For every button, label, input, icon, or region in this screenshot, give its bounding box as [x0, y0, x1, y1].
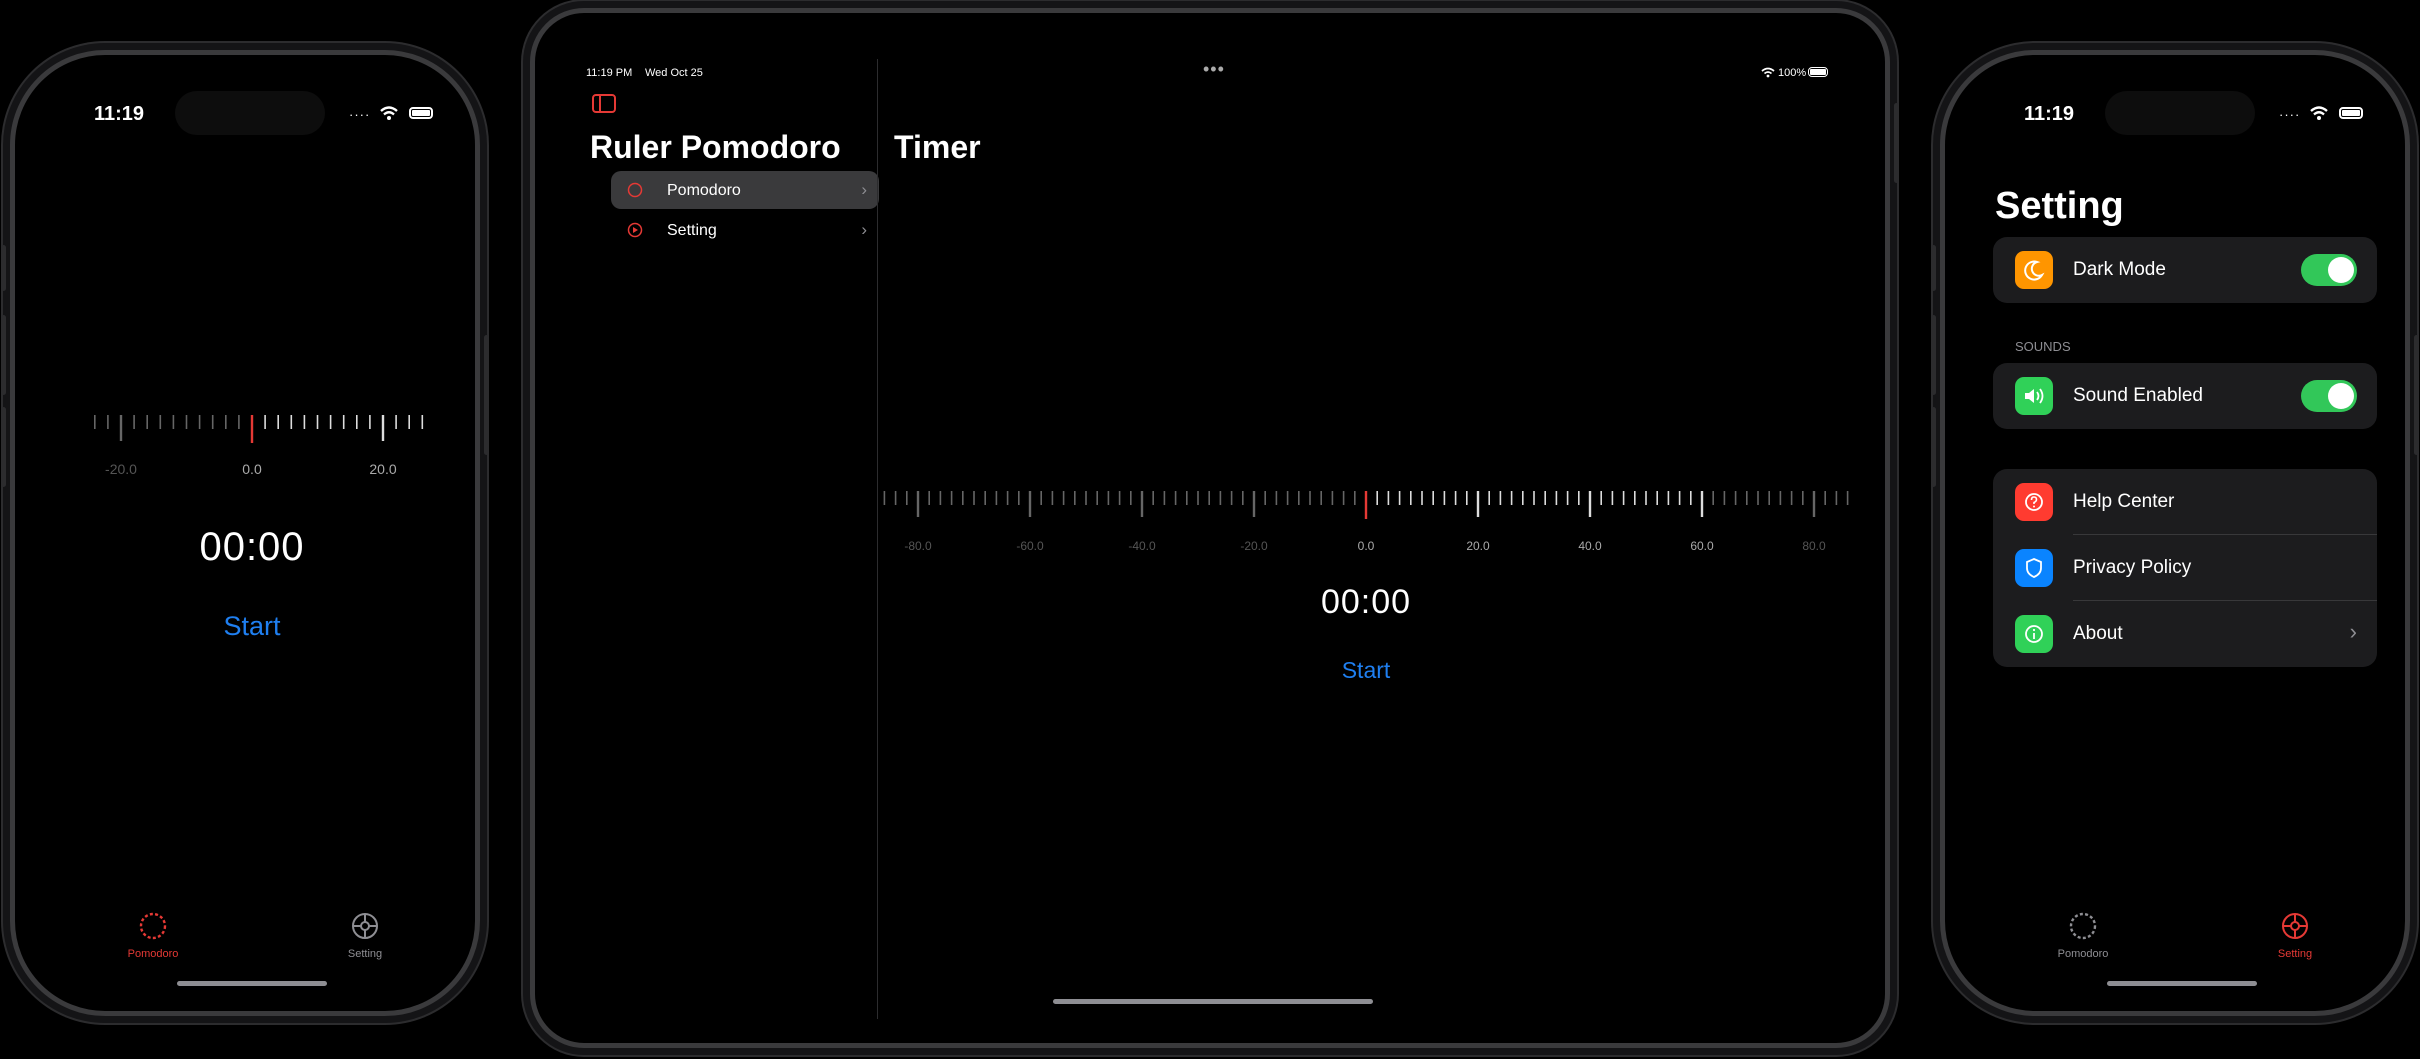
ruler-label: 20.0 — [369, 461, 397, 477]
chevron-right-icon: › — [861, 220, 867, 239]
ruler[interactable] — [875, 489, 1855, 529]
privacy-policy-row[interactable]: Privacy Policy — [1993, 535, 2377, 601]
wifi-icon — [380, 106, 398, 120]
split-divider[interactable] — [877, 59, 878, 1019]
start-button[interactable]: Start — [1342, 657, 1391, 684]
left-phone: 11:19 ···· -20.0 0.0 20.0 00:00 Start Po… — [1, 50, 489, 1016]
ruler-label: 0.0 — [1357, 539, 1375, 553]
tab-label: Setting — [347, 948, 383, 960]
about-row[interactable]: About › — [1993, 601, 2377, 667]
home-indicator[interactable] — [2107, 981, 2257, 986]
wifi-icon — [1761, 67, 1775, 78]
sound-enabled-row: Sound Enabled — [1993, 363, 2377, 429]
tab-label: Setting — [2277, 948, 2313, 960]
pomodoro-icon — [2069, 912, 2097, 940]
sidebar-item-label: Setting — [667, 222, 717, 239]
ruler-label: 20.0 — [1466, 539, 1490, 553]
status-time: 11:19 — [2024, 103, 2075, 125]
tablet: 11:19 PM Wed Oct 25 ••• 100% Ruler Pomod… — [530, 8, 1899, 1048]
pomodoro-icon — [139, 912, 167, 940]
tab-setting[interactable]: Setting — [2235, 911, 2355, 960]
timer-display: 00:00 — [199, 525, 305, 569]
right-phone-screen: 11:19 ···· Setting Dark Mode SOUNDS Soun… — [1953, 63, 2397, 1003]
chevron-right-icon: › — [861, 180, 867, 199]
timer-display: 00:00 — [1320, 583, 1412, 621]
question-icon — [2015, 483, 2053, 521]
dark-mode-toggle[interactable] — [2301, 254, 2357, 286]
right-phone: 11:19 ···· Setting Dark Mode SOUNDS Soun… — [1931, 50, 2419, 1016]
signal-icon: ···· — [2279, 107, 2301, 122]
setting-icon — [2282, 913, 2308, 939]
row-label: About — [2073, 623, 2123, 644]
ruler-label: -80.0 — [904, 539, 932, 553]
pomodoro-icon — [627, 182, 643, 198]
ruler-ticks — [94, 415, 424, 443]
sidebar-item-setting[interactable]: Setting › — [611, 211, 879, 249]
appearance-card: Dark Mode — [1993, 237, 2377, 303]
ruler[interactable] — [85, 413, 425, 453]
sounds-card: Sound Enabled — [1993, 363, 2377, 429]
ruler-label: -60.0 — [1016, 539, 1044, 553]
start-button[interactable]: Start — [223, 611, 280, 642]
tab-pomodoro[interactable]: Pomodoro — [2023, 911, 2143, 960]
multitask-dots[interactable]: ••• — [1203, 59, 1225, 80]
dynamic-island — [2105, 91, 2255, 135]
sidebar-item-label: Pomodoro — [667, 182, 741, 199]
info-icon — [2015, 615, 2053, 653]
ruler-label: 40.0 — [1578, 539, 1602, 553]
sidebar-item-pomodoro[interactable]: Pomodoro › — [611, 171, 879, 209]
setting-icon — [352, 913, 378, 939]
left-phone-screen: 11:19 ···· -20.0 0.0 20.0 00:00 Start Po… — [23, 63, 467, 1003]
sidebar-title: Ruler Pomodoro — [590, 129, 841, 165]
detail-title: Timer — [894, 129, 981, 165]
dynamic-island — [175, 91, 325, 135]
status-time: 11:19 — [94, 103, 145, 125]
chevron-right-icon: › — [2349, 619, 2357, 644]
wifi-icon — [2310, 106, 2328, 120]
page-title: Setting — [1995, 185, 2124, 227]
ruler-label: -40.0 — [1128, 539, 1156, 553]
status-date: Wed Oct 25 — [645, 67, 703, 79]
ruler-label: 80.0 — [1802, 539, 1826, 553]
row-label: Help Center — [2073, 491, 2175, 512]
row-label: Dark Mode — [2073, 259, 2166, 280]
ruler-label: 60.0 — [1690, 539, 1714, 553]
home-indicator[interactable] — [177, 981, 327, 986]
tab-label: Pomodoro — [127, 948, 179, 960]
battery-icon — [409, 107, 433, 119]
row-label: Privacy Policy — [2073, 557, 2192, 578]
shield-icon — [2015, 549, 2053, 587]
help-center-row[interactable]: Help Center — [1993, 469, 2377, 535]
ruler-ticks — [883, 491, 1849, 519]
home-indicator[interactable] — [1053, 999, 1373, 1004]
ruler-label: -20.0 — [105, 461, 137, 477]
section-header: SOUNDS — [2015, 339, 2071, 354]
row-label: Sound Enabled — [2073, 385, 2203, 406]
ruler-label: 0.0 — [242, 461, 262, 477]
moon-icon — [2015, 251, 2053, 289]
tab-setting[interactable]: Setting — [305, 911, 425, 960]
speaker-icon — [2015, 377, 2053, 415]
links-card: Help Center Privacy Policy About › — [1993, 469, 2377, 667]
battery-percent: 100% — [1778, 67, 1807, 79]
tablet-screen: 11:19 PM Wed Oct 25 ••• 100% Ruler Pomod… — [545, 23, 1875, 1033]
sound-enabled-toggle[interactable] — [2301, 380, 2357, 412]
status-time: 11:19 PM — [586, 67, 633, 79]
setting-icon — [627, 222, 643, 238]
signal-icon: ···· — [349, 107, 371, 122]
tab-pomodoro[interactable]: Pomodoro — [93, 911, 213, 960]
battery-icon — [2339, 107, 2363, 119]
battery-icon — [1808, 67, 1828, 77]
ruler-label: -20.0 — [1240, 539, 1268, 553]
dark-mode-row: Dark Mode — [1993, 237, 2377, 303]
sidebar-toggle-icon[interactable] — [591, 93, 617, 115]
tab-label: Pomodoro — [2057, 948, 2109, 960]
